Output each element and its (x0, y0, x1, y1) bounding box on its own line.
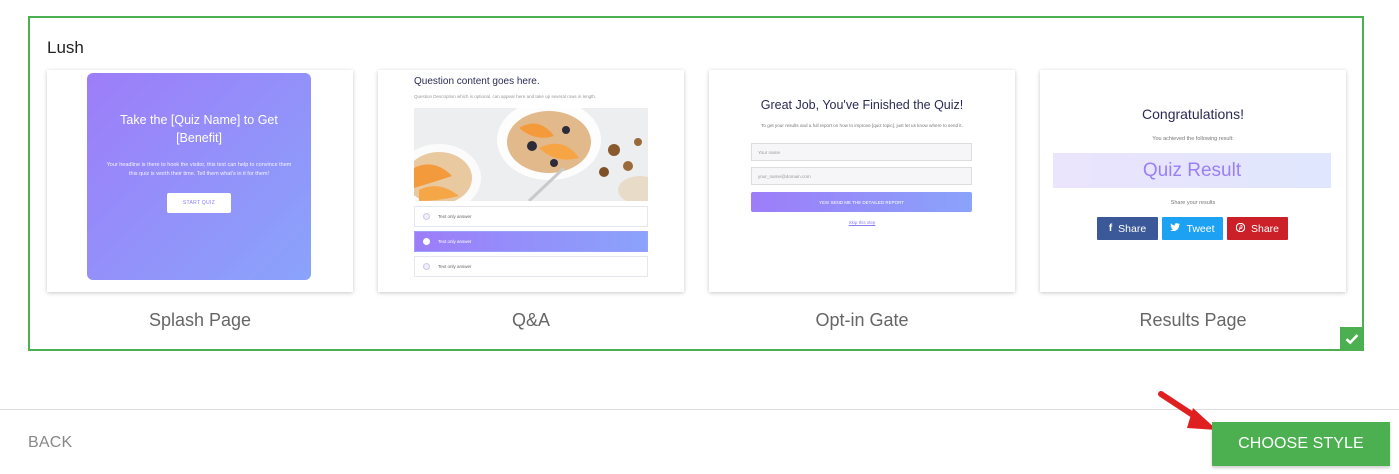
qa-answer-option: Text only answer (414, 206, 648, 227)
quiz-result-text: Quiz Result (1142, 159, 1242, 181)
qa-question: Question content goes here. (414, 76, 540, 87)
choose-style-button[interactable]: CHOOSE STYLE (1212, 422, 1390, 466)
qa-description: Question Description which is optional, … (414, 94, 597, 99)
splash-body: Your headline is there to hook the visit… (106, 162, 292, 177)
optin-heading: Great Job, You've Finished the Quiz! (760, 98, 964, 112)
twitter-tweet-button: Tweet (1162, 217, 1223, 240)
radio-icon (423, 213, 430, 220)
results-subheading: You achieved the following result: (1152, 136, 1234, 142)
splash-hero: Take the [Quiz Name] to Get [Benefit] Yo… (87, 73, 311, 280)
start-quiz-button: START QUIZ (166, 193, 232, 213)
optin-description: To get your results and a full report on… (761, 123, 963, 128)
optin-email-field: your_name@domain.com (751, 167, 972, 185)
selected-check-badge (1340, 327, 1364, 351)
style-option-lush[interactable]: Lush Take the [Quiz Name] to Get [Benefi… (28, 16, 1364, 351)
results-heading: Congratulations! (1142, 106, 1244, 122)
card-label-optin: Opt-in Gate (815, 310, 909, 330)
pinterest-icon (1235, 222, 1246, 235)
food-bowls-image (414, 108, 648, 201)
qa-answer-option: Text only answer (414, 256, 648, 277)
optin-skip-link: Skip this step (848, 220, 876, 225)
optin-submit-button: YES! SEND ME THE DETAILED REPORT (751, 192, 972, 212)
facebook-share-button: f Share (1097, 217, 1158, 240)
pinterest-share-button: Share (1227, 217, 1288, 240)
preview-card-optin: Great Job, You've Finished the Quiz! To … (709, 70, 1015, 292)
radio-icon (423, 263, 430, 270)
optin-name-field: Your name (751, 143, 972, 161)
preview-card-qa: Question content goes here. Question Des… (378, 70, 684, 292)
check-icon (1345, 334, 1359, 345)
card-label-results: Results Page (1139, 310, 1247, 330)
preview-card-results: Congratulations! You achieved the follow… (1040, 70, 1346, 292)
style-name: Lush (47, 38, 84, 57)
card-label-splash: Splash Page (148, 310, 252, 330)
qa-answer-option-selected: Text only answer (414, 231, 648, 252)
card-label-qa: Q&A (511, 310, 550, 330)
back-button[interactable]: BACK (28, 434, 72, 452)
results-band: Quiz Result (1053, 153, 1331, 188)
preview-card-splash: Take the [Quiz Name] to Get [Benefit] Yo… (47, 70, 353, 292)
splash-heading: Take the [Quiz Name] to Get [Benefit] (120, 113, 278, 145)
share-prompt: Share your results (1170, 200, 1216, 206)
facebook-icon: f (1108, 223, 1113, 234)
radio-checked-icon (423, 238, 430, 245)
twitter-icon (1170, 223, 1181, 234)
